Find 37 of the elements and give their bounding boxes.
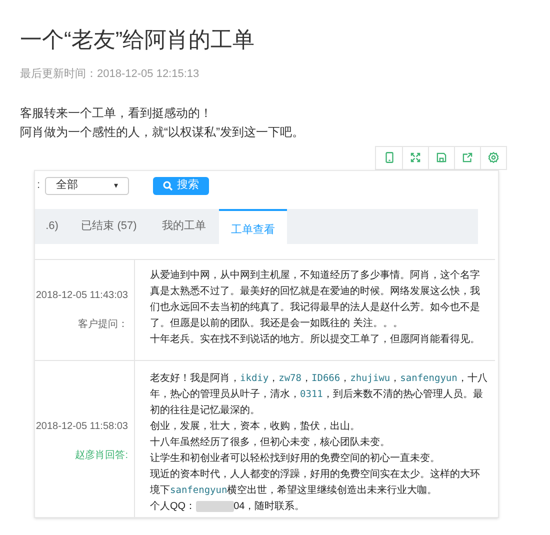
message-line: 现近的资本时代，人人都变的浮躁，好用的免费空间实在太少。这样的大环 <box>150 468 480 482</box>
updated-time: 最后更新时间：2018-12-05 12:15:13 <box>20 66 200 82</box>
body-paragraph: 客服转来一个工单，看到挺感动的！ <box>20 104 212 120</box>
reply-text: 个人QQ： <box>150 500 196 514</box>
message-line: 初的往往是记忆最深的。 <box>150 404 260 418</box>
tablet-icon[interactable] <box>382 151 396 164</box>
message-line: 十八年虽然经历了很多，但初心未变，核心团队未变。 <box>150 436 390 450</box>
redacted-block <box>196 501 234 512</box>
message-line: 从爱迪到中网，从中网到主机屋，不知道经历了多少事情。阿肖，这个名字 <box>150 268 480 282</box>
message-line: 年，热心的管理员从叶子，清水，0311，到后来数不清的热心管理人员。最 <box>150 388 483 402</box>
tab[interactable]: 工单查看 <box>219 208 287 244</box>
body-paragraph: 阿肖做为一个感性的人，就“以权谋私”发到这一下吧。 <box>20 124 304 140</box>
save-icon[interactable] <box>435 151 448 164</box>
role-label: 赵彦肖回答: <box>75 448 128 462</box>
role-label: 客户提问： <box>78 318 128 332</box>
tab[interactable]: .6) <box>35 208 69 244</box>
search-icon <box>163 180 174 190</box>
tab[interactable]: 我的工单 <box>149 208 219 244</box>
message-line: 老友好！我是阿肖，ikdiy，zw78，ID666，zhujiwu，sanfengyun，十八 <box>150 372 488 386</box>
expand-icon[interactable] <box>409 151 422 164</box>
share-icon[interactable] <box>461 151 474 164</box>
message-line: 们也永远回不去当初的纯真了。我记得最早的法人是赵什么芳。如今也不是 <box>150 300 480 314</box>
message-line: 十年老兵。实在找不到说话的地方。所以提交工单了，但愿阿肖能看得见。 <box>150 332 480 346</box>
message-line: 真是太熟悉不过了。最美好的回忆就是在爱迪的时候。网络发展这么快，我 <box>150 284 480 298</box>
tab[interactable]: 已结束 (57) <box>69 208 149 244</box>
settings-icon[interactable] <box>487 151 500 164</box>
search-button[interactable]: 搜索 <box>153 176 210 194</box>
message-line: 境下sanfengyun横空出世，希望这里继续创造出未来行业大咖。 <box>150 484 438 498</box>
reply-text: 04，随时联系。 <box>234 500 305 514</box>
status-select[interactable]: 全部 ▾ <box>45 176 130 194</box>
message-line: 创业，发展，壮大，资本，收购，蛰伏，出山。 <box>150 420 360 434</box>
message-line: 了。但愿是以前的团队。我还是会一如既往的 关注。。。 <box>150 316 403 330</box>
message-line: 让学生和初创业者可以轻松找到好用的免费空间的初心一直未变。 <box>150 452 440 466</box>
filter-label: : <box>37 178 40 194</box>
timestamp: 2018-12-05 11:43:03 <box>36 288 128 302</box>
timestamp: 2018-12-05 11:58:03 <box>36 420 128 434</box>
article-title: 一个“老友”给阿肖的工单 <box>20 26 256 54</box>
